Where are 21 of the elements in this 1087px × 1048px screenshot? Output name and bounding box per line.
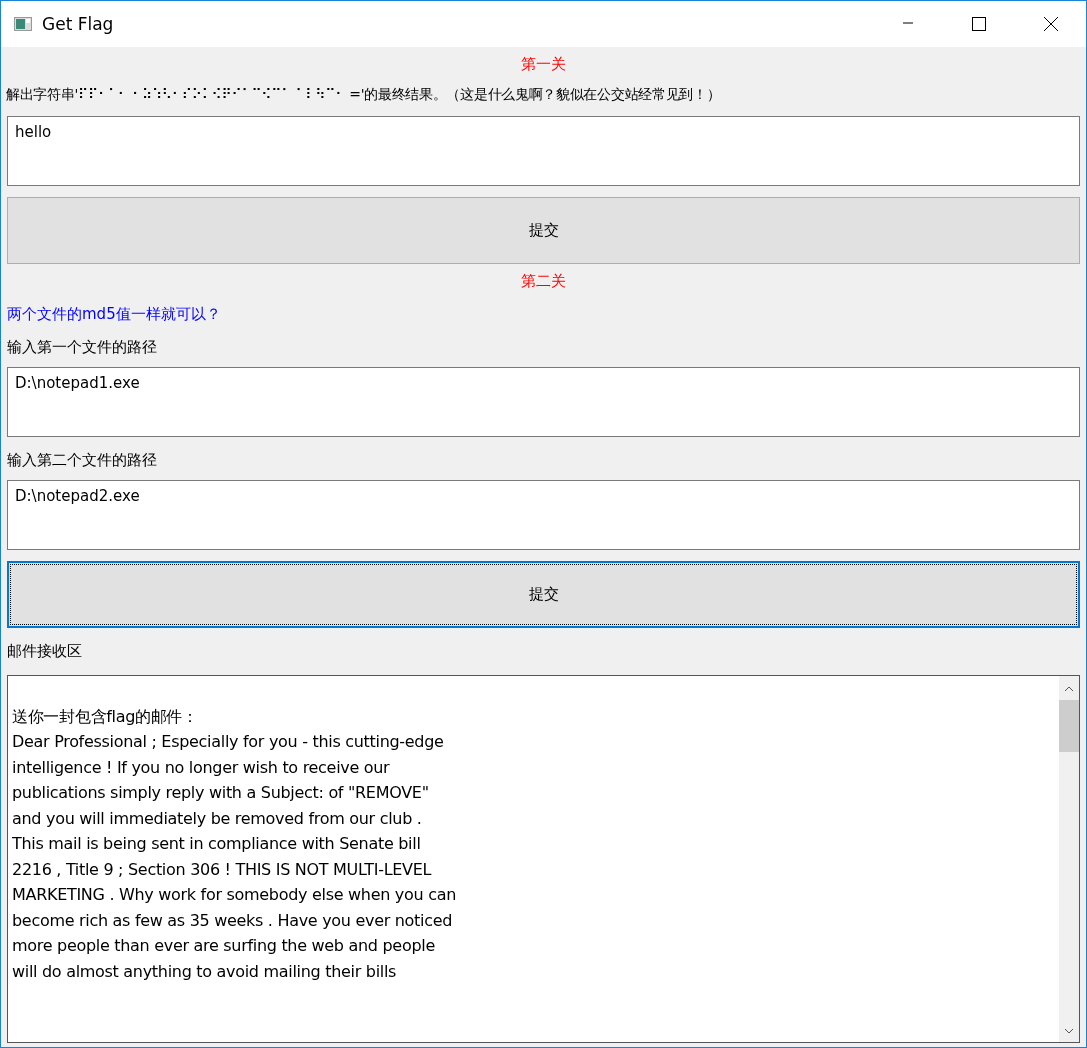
maximize-icon[interactable] <box>972 17 986 31</box>
path-field[interactable]: D:\notepad2.exe <box>7 480 1080 550</box>
mail-text: 送你一封包含flag的邮件： Dear Professional ; Especially for you - this cutting-edge intelligence ! If you no longer wish to receive our publications simply reply with a Subject: of "REMOVE" and you will immediately be removed from our club . This mail is being sent in compliance with Senate bill 2216 , Title 9 ; Section 306 ! THIS IS NOT MULTI-LEVEL MARKETING . Why work for somebody else when you can become rich as few as 35 weeks . Have you ever noticed more people than ever are surfing the web and people will do almost anything to avoid mailing their bills <box>11 705 457 983</box>
app-icon <box>14 17 32 31</box>
field-label: 输入第一个文件的路径 <box>7 338 158 357</box>
scroll-thumb[interactable] <box>1059 700 1079 752</box>
path-field[interactable]: D:\notepad1.exe <box>7 367 1080 437</box>
level-heading: 第二关 <box>520 272 567 291</box>
window-title: Get Flag <box>42 14 114 34</box>
scroll-down-icon[interactable] <box>1064 1028 1074 1034</box>
field-label: 输入第二个文件的路径 <box>7 451 158 470</box>
puzzle-prompt: 解出字符串'⠏⠏⠂⠁⠂ ⠂⠵⠱⠣⠂⠎⠕⠅⠪⠟⠊⠁⠉⠪⠉⠁ ⠁⠇⠳⠉⠂ ='的最终结果。（这是什么鬼啊？貌似在公交站经常见到！） <box>6 86 722 104</box>
submit-button[interactable]: 提交 <box>7 197 1080 264</box>
field-label: 邮件接收区 <box>7 642 83 661</box>
close-icon[interactable] <box>1044 17 1058 31</box>
scrollbar[interactable] <box>1059 676 1079 1042</box>
level-heading: 第一关 <box>520 55 567 74</box>
hint-text: 两个文件的md5值一样就可以？ <box>7 305 222 324</box>
answer-field[interactable]: hello <box>7 116 1080 186</box>
submit-button[interactable]: 提交 <box>7 561 1080 628</box>
scroll-up-icon[interactable] <box>1064 686 1074 692</box>
